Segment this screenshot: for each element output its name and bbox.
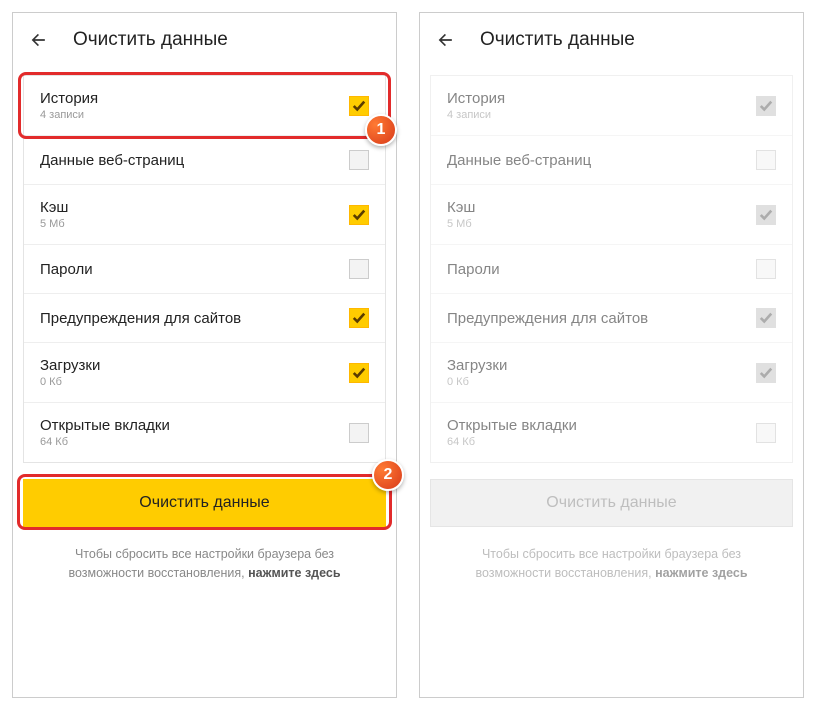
checkbox-webdata	[756, 150, 776, 170]
checkbox-downloads[interactable]	[349, 363, 369, 383]
checkbox-downloads	[756, 363, 776, 383]
row-label: Открытые вкладки	[40, 417, 170, 434]
back-icon[interactable]	[436, 30, 456, 50]
row-label: Кэш	[447, 199, 475, 216]
row-label: История	[40, 90, 98, 107]
row-label: История	[447, 90, 505, 107]
row-sub: 5 Мб	[447, 218, 475, 230]
checkbox-cache	[756, 205, 776, 225]
row-label: Предупреждения для сайтов	[40, 310, 241, 327]
row-downloads[interactable]: Загрузки 0 Кб	[24, 343, 385, 403]
data-list: История 4 записи Данные веб-страниц Кэш …	[430, 75, 793, 463]
checkbox-tabs	[756, 423, 776, 443]
badge-2: 2	[372, 459, 404, 491]
row-warnings: Предупреждения для сайтов	[431, 294, 792, 343]
row-history[interactable]: 1 История 4 записи	[24, 76, 385, 136]
row-sub: 64 Кб	[40, 436, 170, 448]
row-label: Кэш	[40, 199, 68, 216]
row-tabs: Открытые вкладки 64 Кб	[431, 403, 792, 462]
checkbox-cache[interactable]	[349, 205, 369, 225]
checkbox-webdata[interactable]	[349, 150, 369, 170]
reset-hint: Чтобы сбросить все настройки браузера бе…	[430, 545, 793, 583]
action-area: 2 Очистить данные Чтобы сбросить все нас…	[13, 463, 396, 583]
checkbox-tabs[interactable]	[349, 423, 369, 443]
page-title: Очистить данные	[480, 29, 635, 51]
row-sub: 64 Кб	[447, 436, 577, 448]
clear-data-button[interactable]: Очистить данные	[23, 479, 386, 527]
checkbox-warnings	[756, 308, 776, 328]
row-sub: 4 записи	[40, 109, 98, 121]
reset-link[interactable]: нажмите здесь	[655, 566, 747, 580]
header: Очистить данные	[13, 13, 396, 67]
row-label: Пароли	[40, 261, 93, 278]
row-label: Открытые вкладки	[447, 417, 577, 434]
row-label: Данные веб-страниц	[40, 152, 184, 169]
row-history: История 4 записи	[431, 76, 792, 136]
row-sub: 0 Кб	[40, 376, 100, 388]
phone-left: Очистить данные 1 История 4 записи Данны…	[12, 12, 397, 698]
row-passwords[interactable]: Пароли	[24, 245, 385, 294]
row-sub: 4 записи	[447, 109, 505, 121]
checkbox-passwords	[756, 259, 776, 279]
checkbox-history	[756, 96, 776, 116]
row-cache: Кэш 5 Мб	[431, 185, 792, 245]
header: Очистить данные	[420, 13, 803, 67]
row-label: Предупреждения для сайтов	[447, 310, 648, 327]
row-sub: 0 Кб	[447, 376, 507, 388]
phone-right: Очистить данные История 4 записи Данные …	[419, 12, 804, 698]
row-sub: 5 Мб	[40, 218, 68, 230]
row-label: Загрузки	[40, 357, 100, 374]
row-tabs[interactable]: Открытые вкладки 64 Кб	[24, 403, 385, 462]
data-list: 1 История 4 записи Данные веб-страниц Кэ…	[23, 75, 386, 463]
checkbox-warnings[interactable]	[349, 308, 369, 328]
checkbox-passwords[interactable]	[349, 259, 369, 279]
row-webdata: Данные веб-страниц	[431, 136, 792, 185]
clear-data-button: Очистить данные	[430, 479, 793, 527]
row-label: Данные веб-страниц	[447, 152, 591, 169]
row-label: Пароли	[447, 261, 500, 278]
back-icon[interactable]	[29, 30, 49, 50]
row-downloads: Загрузки 0 Кб	[431, 343, 792, 403]
badge-1: 1	[365, 114, 397, 146]
row-cache[interactable]: Кэш 5 Мб	[24, 185, 385, 245]
page-title: Очистить данные	[73, 29, 228, 51]
row-passwords: Пароли	[431, 245, 792, 294]
checkbox-history[interactable]	[349, 96, 369, 116]
action-area: Очистить данные Чтобы сбросить все настр…	[420, 463, 803, 583]
row-webdata[interactable]: Данные веб-страниц	[24, 136, 385, 185]
row-warnings[interactable]: Предупреждения для сайтов	[24, 294, 385, 343]
reset-hint: Чтобы сбросить все настройки браузера бе…	[23, 545, 386, 583]
reset-link[interactable]: нажмите здесь	[248, 566, 340, 580]
row-label: Загрузки	[447, 357, 507, 374]
